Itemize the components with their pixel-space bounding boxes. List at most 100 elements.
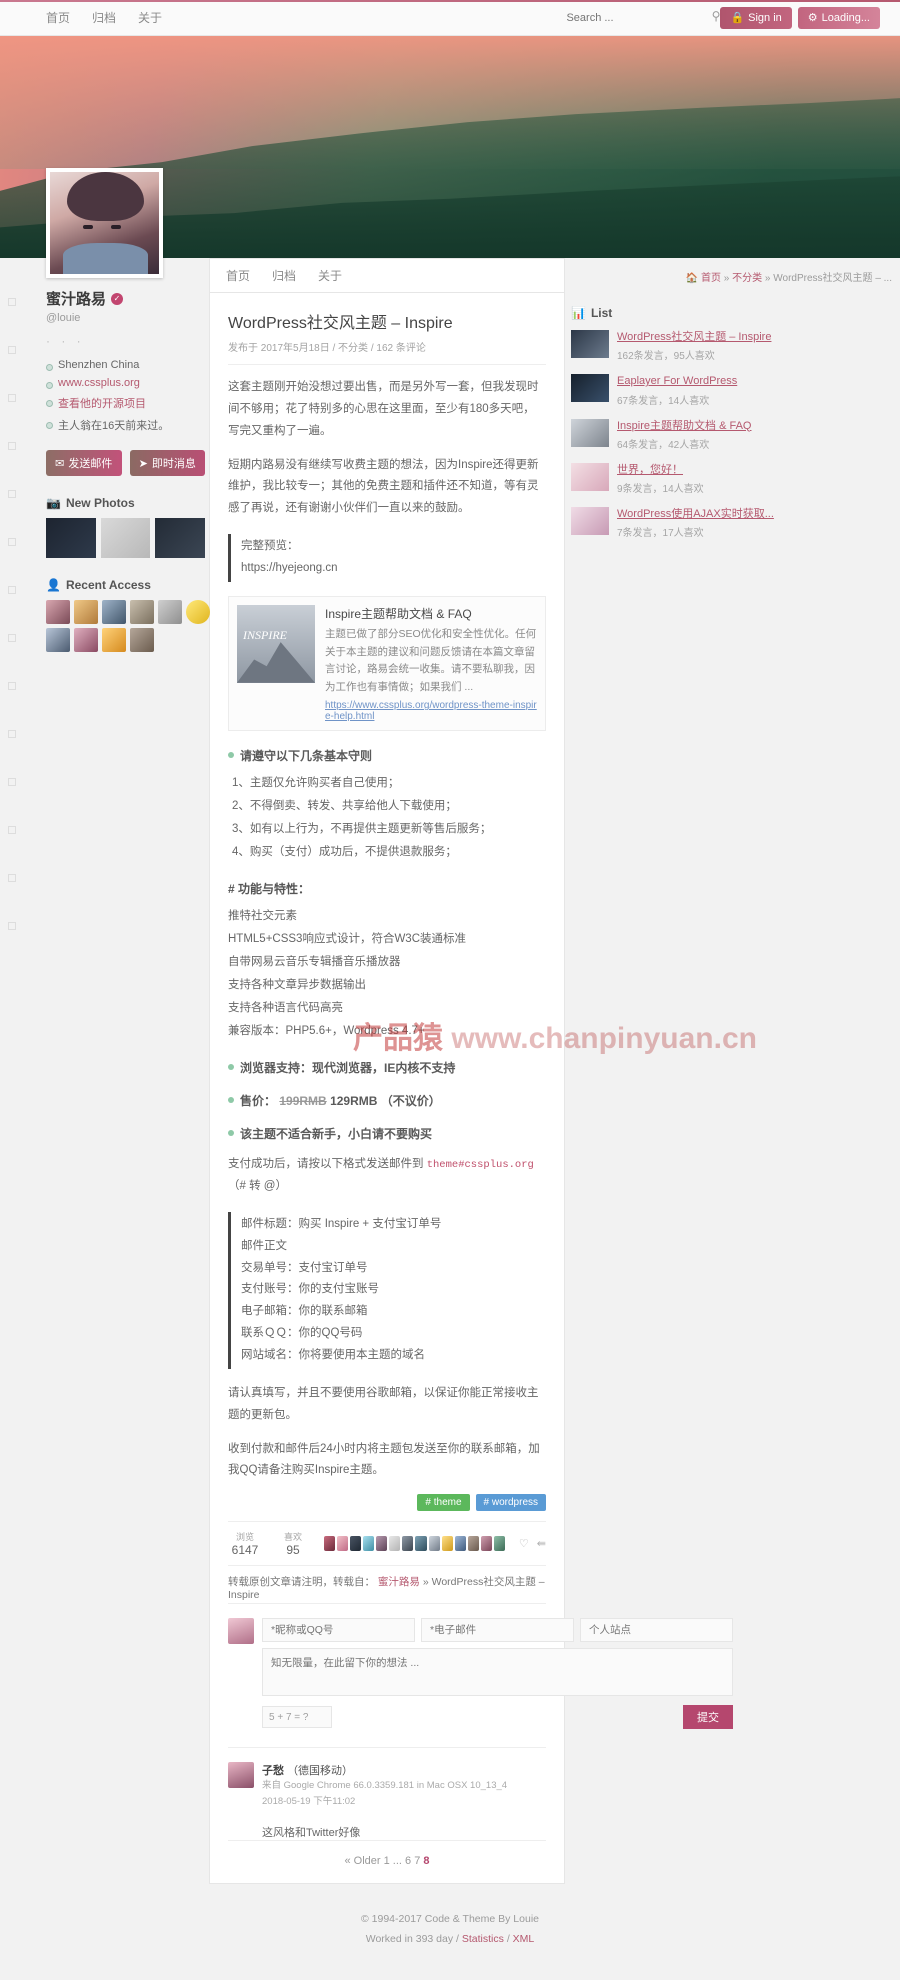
breadcrumb-category[interactable]: 不分类	[732, 273, 762, 284]
footer-copyright: © 1994-2017 Code & Theme By Louie	[361, 1913, 539, 1926]
price-line: 售价： 199RMB 129RMB （不议价）	[228, 1092, 546, 1109]
list-item-thumbnail	[571, 507, 609, 536]
profile-name-row: 蜜汁路易 ✓	[46, 288, 205, 309]
profile-meta-website[interactable]: www.cssplus.org	[46, 374, 205, 392]
liker-avatar[interactable]	[376, 1536, 388, 1552]
pager-page[interactable]: 7	[414, 1855, 420, 1867]
footer-worked-days: Worked in 393 day /	[365, 1933, 459, 1946]
stat-views-value: 6147	[231, 1543, 259, 1558]
repost-author-link[interactable]: 蜜汁路易	[378, 1576, 420, 1588]
pager-page[interactable]: 6	[405, 1855, 411, 1867]
stat-views: 浏览 6147	[228, 1530, 262, 1557]
liker-avatar[interactable]	[454, 1536, 466, 1552]
topnav-item-archive[interactable]: 归档	[92, 9, 116, 26]
breadcrumb-home[interactable]: 首页	[701, 273, 721, 284]
send-email-button[interactable]: ✉ 发送邮件	[46, 450, 122, 476]
liker-avatar[interactable]	[467, 1536, 479, 1552]
list-item-title[interactable]: WordPress社交风主题 – Inspire	[617, 330, 801, 344]
profile-meta-opensource[interactable]: 查看他的开源项目	[46, 392, 205, 414]
footer-statistics-link[interactable]: Statistics	[462, 1933, 504, 1945]
visitor-avatar[interactable]	[158, 600, 182, 624]
liker-avatar[interactable]	[415, 1536, 427, 1552]
list-item-thumbnail	[571, 330, 609, 358]
instant-message-button[interactable]: ➤ 即时消息	[129, 450, 205, 476]
contentnav-item-about[interactable]: 关于	[318, 267, 342, 284]
stat-views-label: 浏览	[235, 1532, 254, 1543]
comment-email-input[interactable]	[421, 1618, 574, 1643]
tag-theme[interactable]: # theme	[417, 1494, 470, 1512]
list-item-title[interactable]: WordPress使用AJAX实时获取...	[617, 507, 801, 521]
avatar[interactable]	[46, 168, 163, 278]
visitor-avatar[interactable]	[102, 600, 126, 624]
list-item[interactable]: WordPress使用AJAX实时获取... 7条发言，17人喜欢	[571, 507, 801, 539]
stat-likes: 喜欢 95	[276, 1530, 310, 1557]
preview-quote-url[interactable]: https://hyejeong.cn	[241, 558, 546, 580]
heart-icon[interactable]: ♡	[519, 1537, 529, 1550]
loading-button[interactable]: ⚙ Loading...	[797, 6, 880, 29]
liker-avatar[interactable]	[389, 1536, 401, 1552]
visitor-avatar[interactable]	[130, 600, 154, 624]
liker-avatar[interactable]	[350, 1536, 362, 1552]
instant-message-label: 即时消息	[151, 458, 196, 470]
list-item-title[interactable]: Eaplayer For WordPress	[617, 374, 801, 388]
liker-avatars	[324, 1536, 505, 1552]
price-new: 129RMB	[330, 1094, 378, 1109]
photo-thumbnail[interactable]	[155, 518, 206, 558]
list-item-title[interactable]: 世界，您好！	[617, 463, 801, 477]
mail-field: 邮件正文	[241, 1239, 287, 1252]
visitor-avatar[interactable]	[186, 600, 210, 624]
liker-avatar[interactable]	[324, 1536, 336, 1552]
pager-current-page[interactable]: 8	[423, 1855, 429, 1867]
search-icon[interactable]: ⚲	[712, 9, 721, 23]
content-nav-bar: 首页 归档 关于	[209, 258, 565, 292]
visitor-avatar[interactable]	[130, 628, 154, 652]
list-item[interactable]: Inspire主题帮助文档 & FAQ 64条发言，42人喜欢	[571, 418, 801, 451]
visitor-avatar[interactable]	[102, 628, 126, 652]
submit-button[interactable]: 提交	[683, 1705, 733, 1730]
link-card-url[interactable]: https://www.cssplus.org/wordpress-theme-…	[325, 700, 537, 722]
contentnav-item-home[interactable]: 首页	[226, 267, 250, 284]
preview-quote-label: 完整预览：	[241, 540, 299, 553]
photo-thumbnail[interactable]	[100, 518, 151, 558]
related-link-card[interactable]: INSPIRE Inspire主题帮助文档 & FAQ 主题已做了部分SEO优化…	[228, 595, 546, 732]
share-icon[interactable]: ⇚	[537, 1537, 546, 1550]
photo-thumbnail[interactable]	[46, 518, 96, 558]
topnav-item-home[interactable]: 首页	[46, 9, 70, 26]
liker-avatar[interactable]	[480, 1536, 492, 1552]
link-card-description: 主题已做了部分SEO优化和安全性优化。任何关于本主题的建议和问题反馈请在本篇文章…	[325, 627, 537, 694]
loading-label: Loading...	[821, 11, 870, 24]
post-actions: ♡ ⇚	[519, 1537, 546, 1550]
rule-item: 2、不得倒卖、转发、共享给他人下载使用；	[232, 800, 457, 813]
price-old: 199RMB	[279, 1094, 327, 1109]
footer-xml-link[interactable]: XML	[513, 1933, 535, 1945]
list-item[interactable]: 世界，您好！ 9条发言，14人喜欢	[571, 462, 801, 495]
comment-site-input[interactable]	[580, 1618, 733, 1643]
visitor-avatar[interactable]	[46, 628, 70, 652]
liker-avatar[interactable]	[441, 1536, 453, 1552]
visitor-avatar[interactable]	[46, 600, 70, 624]
liker-avatar[interactable]	[337, 1536, 349, 1552]
topnav-item-about[interactable]: 关于	[138, 9, 162, 26]
search-input[interactable]	[564, 11, 705, 25]
tag-wordpress[interactable]: # wordpress	[475, 1494, 546, 1512]
comment-name-input[interactable]	[262, 1618, 415, 1643]
liker-avatar[interactable]	[428, 1536, 440, 1552]
visitor-avatar[interactable]	[74, 600, 98, 624]
mail-field: 邮件标题：购买 Inspire + 支付宝订单号	[241, 1217, 442, 1230]
user-icon: 👤	[46, 578, 61, 592]
liker-avatar[interactable]	[493, 1536, 505, 1552]
pager-page[interactable]: 1	[384, 1855, 390, 1867]
repost-pre: 转载原创文章请注明，转载自：	[228, 1576, 375, 1589]
sign-in-button[interactable]: 🔒 Sign in	[720, 6, 792, 29]
comment-textarea[interactable]	[262, 1648, 733, 1697]
search-box[interactable]: ⚲	[564, 9, 720, 25]
captcha-field[interactable]: 5 + 7 = ?	[262, 1706, 332, 1729]
contentnav-item-archive[interactable]: 归档	[272, 267, 296, 284]
visitor-avatar[interactable]	[74, 628, 98, 652]
liker-avatar[interactable]	[402, 1536, 414, 1552]
list-item[interactable]: WordPress社交风主题 – Inspire 162条发言，95人喜欢	[571, 330, 801, 362]
list-item-title[interactable]: Inspire主题帮助文档 & FAQ	[617, 419, 801, 433]
liker-avatar[interactable]	[363, 1536, 375, 1552]
list-item[interactable]: Eaplayer For WordPress 67条发言，14人喜欢	[571, 374, 801, 407]
pager-older[interactable]: « Older	[344, 1855, 380, 1867]
